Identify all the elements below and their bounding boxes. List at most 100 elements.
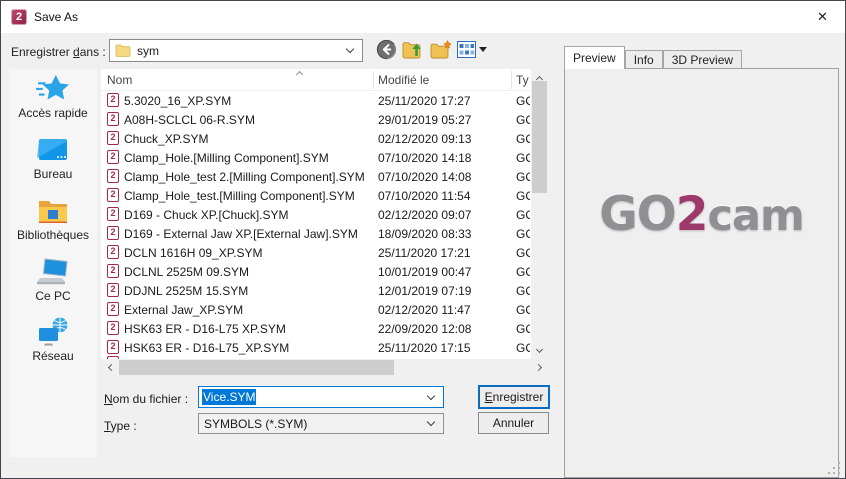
file-type: GO <box>516 284 530 298</box>
close-button[interactable]: ✕ <box>800 1 845 32</box>
file-type: GO <box>516 170 530 184</box>
vertical-scrollbar[interactable] <box>531 69 548 359</box>
file-row[interactable]: 2 DCLNL 2525M 09.SYM 10/01/2019 00:47 GO <box>101 262 531 281</box>
go2cam-file-icon: 2 <box>107 93 119 107</box>
this-pc-icon <box>36 257 70 286</box>
file-modified-date: 18/09/2020 08:33 <box>378 227 508 241</box>
sidebar-item-label: Bibliothèques <box>17 228 89 242</box>
go2cam-file-icon: 2 <box>107 283 119 297</box>
network-icon <box>37 316 70 346</box>
go2cam-file-icon: 2 <box>107 245 119 259</box>
file-row[interactable]: 2 Clamp_Hole.[Milling Component].SYM 07/… <box>101 148 531 167</box>
file-row[interactable]: 2 HSK63 ER - D16-L75_XP.SYM 25/11/2020 1… <box>101 338 531 357</box>
horizontal-scrollbar-thumb[interactable] <box>119 360 394 375</box>
file-name: Clamp_Hole.[Milling Component].SYM <box>124 151 372 165</box>
file-list: Nom Modifié le Ty 2 5.3020_16_XP.SYM 25/… <box>101 69 531 359</box>
file-row[interactable]: 2 A08H-SCLCL 06-R.SYM 29/01/2019 05:27 G… <box>101 110 531 129</box>
file-row[interactable]: 2 DCLN 1616H 09_XP.SYM 25/11/2020 17:21 … <box>101 243 531 262</box>
window-title: Save As <box>34 10 78 24</box>
file-type: GO <box>516 113 530 127</box>
go2cam-file-icon: 2 <box>107 131 119 145</box>
column-divider[interactable] <box>373 71 374 89</box>
file-type: GO <box>516 94 530 108</box>
scroll-right-icon[interactable] <box>531 359 548 376</box>
up-one-level-button[interactable] <box>401 38 425 61</box>
file-modified-date: 25/11/2020 17:21 <box>378 246 508 260</box>
location-combobox[interactable]: sym <box>109 39 363 62</box>
go2cam-file-icon: 2 <box>107 321 119 335</box>
file-row[interactable]: 2 5.3020_16_XP.SYM 25/11/2020 17:27 GO <box>101 91 531 110</box>
tab-preview[interactable]: Preview <box>564 46 625 69</box>
file-modified-date: 25/11/2020 17:15 <box>378 341 508 355</box>
file-type: GO <box>516 341 530 355</box>
column-header-type[interactable]: Ty <box>516 73 529 87</box>
new-folder-button[interactable] <box>429 38 453 61</box>
file-type: GO <box>516 208 530 222</box>
file-row[interactable]: 2 HSK63 ER - D16-L75 XP.SYM 22/09/2020 1… <box>101 319 531 338</box>
vertical-scrollbar-thumb[interactable] <box>532 81 547 193</box>
location-value: sym <box>137 44 159 58</box>
go2cam-file-icon: 2 <box>107 340 119 354</box>
save-button[interactable]: Enregistrer <box>478 385 550 409</box>
go2cam-file-icon: 2 <box>107 112 119 126</box>
file-name: Clamp_Hole_test.[Milling Component].SYM <box>124 189 372 203</box>
scroll-down-icon[interactable] <box>531 342 548 359</box>
column-header-modified[interactable]: Modifié le <box>378 73 429 87</box>
go2cam-file-icon: 2 <box>107 169 119 183</box>
filetype-combobox[interactable]: SYMBOLS (*.SYM) <box>198 413 444 434</box>
tab-3d-preview[interactable]: 3D Preview <box>663 50 742 69</box>
sidebar-item-network[interactable]: Réseau <box>9 316 97 363</box>
file-type: GO <box>516 322 530 336</box>
file-row[interactable]: 2 Clamp_Hole_test 2.[Milling Component].… <box>101 167 531 186</box>
scroll-left-icon[interactable] <box>101 359 118 376</box>
file-type: GO <box>516 189 530 203</box>
resize-grip[interactable] <box>828 462 840 474</box>
sidebar-item-desktop[interactable]: Bureau <box>9 137 97 181</box>
save-in-label: Enregistrer dans : <box>11 45 106 59</box>
sidebar-item-quick-access[interactable]: Accès rapide <box>9 73 97 120</box>
file-row[interactable]: 2 D169 - External Jaw XP.[External Jaw].… <box>101 224 531 243</box>
file-row[interactable]: 2 External Jaw_XP.SYM 02/12/2020 11:47 G… <box>101 300 531 319</box>
quick-access-star-icon <box>36 73 70 103</box>
file-modified-date: 07/10/2020 11:54 <box>378 189 508 203</box>
cancel-button[interactable]: Annuler <box>478 412 549 434</box>
file-name: DDJNL 2525M 15.SYM <box>124 284 372 298</box>
chevron-down-icon <box>427 391 435 399</box>
column-divider[interactable] <box>511 71 512 89</box>
go2cam-app-icon: 2 <box>11 9 27 25</box>
new-folder-icon <box>430 40 453 60</box>
column-header-name[interactable]: Nom <box>107 73 132 87</box>
preview-tab-strip: Preview Info 3D Preview <box>564 46 742 69</box>
view-menu-icon <box>457 41 476 58</box>
filetype-label: Type : <box>104 419 137 433</box>
file-name: External Jaw_XP.SYM <box>124 303 372 317</box>
sidebar-item-libraries[interactable]: Bibliothèques <box>9 197 97 242</box>
go2cam-file-icon: 2 <box>107 302 119 316</box>
folder-icon <box>115 44 131 57</box>
file-name: Chuck_XP.SYM <box>124 132 372 146</box>
file-row[interactable]: 2 DDJNL 2525M 15.SYM 12/01/2019 07:19 GO <box>101 281 531 300</box>
desktop-icon <box>37 137 69 164</box>
filename-value[interactable]: Vice.SYM <box>202 389 256 405</box>
file-row[interactable]: 2 D169 - Chuck XP.[Chuck].SYM 02/12/2020… <box>101 205 531 224</box>
file-row[interactable]: 2 Clamp_Hole_test.[Milling Component].SY… <box>101 186 531 205</box>
back-button[interactable] <box>374 38 398 61</box>
file-modified-date: 07/10/2020 14:08 <box>378 170 508 184</box>
go2cam-file-icon: 2 <box>107 150 119 164</box>
title-bar <box>1 1 845 33</box>
filename-label: Nom du fichier : <box>104 392 188 406</box>
horizontal-scrollbar[interactable] <box>101 359 548 376</box>
file-type: GO <box>516 227 530 241</box>
file-type: GO <box>516 151 530 165</box>
file-type: GO <box>516 246 530 260</box>
file-type: GO <box>516 265 530 279</box>
sidebar-item-this-pc[interactable]: Ce PC <box>9 257 97 303</box>
save-as-dialog: 2 Save As ✕ Enregistrer dans : sym <box>0 0 846 479</box>
go2cam-file-icon: 2 <box>107 188 119 202</box>
filename-combobox[interactable]: Vice.SYM <box>198 386 444 408</box>
file-row[interactable]: 2 Chuck_XP.SYM 02/12/2020 09:13 GO <box>101 129 531 148</box>
view-menu-button[interactable] <box>456 38 488 61</box>
preview-panel: GO2cam <box>564 68 839 478</box>
file-name: HSK63 ER - D16-L75_XP.SYM <box>124 341 372 355</box>
tab-info[interactable]: Info <box>625 50 663 69</box>
